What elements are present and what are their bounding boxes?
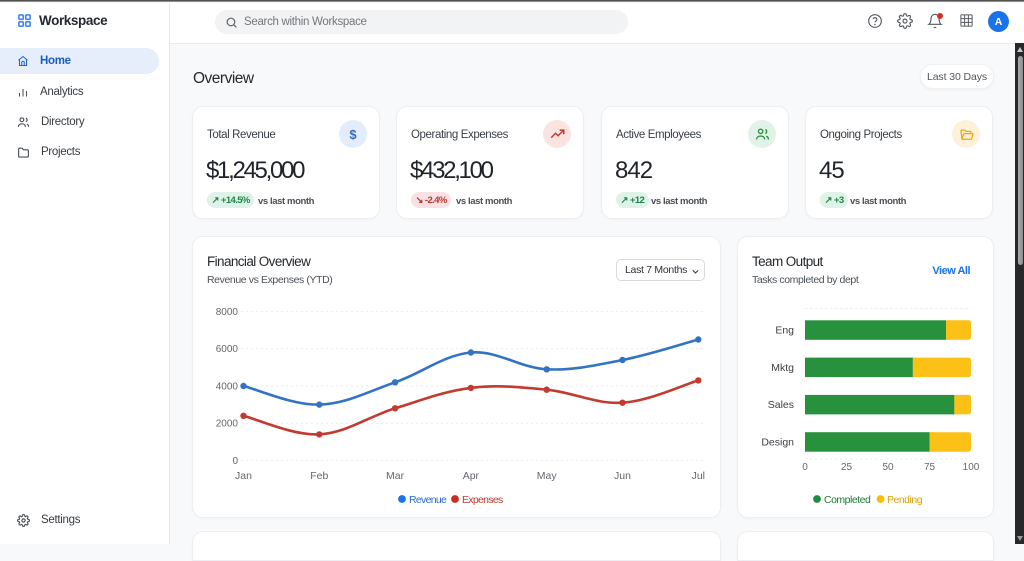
svg-text:Jun: Jun (614, 470, 631, 482)
svg-text:50: 50 (882, 462, 894, 473)
svg-text:Eng: Eng (775, 325, 794, 337)
svg-text:Revenue: Revenue (409, 494, 447, 506)
svg-text:Design: Design (761, 436, 794, 448)
svg-text:100: 100 (963, 462, 980, 473)
svg-text:Mar: Mar (386, 470, 405, 482)
svg-text:Expenses: Expenses (462, 494, 503, 506)
svg-text:Mktg: Mktg (771, 362, 794, 374)
svg-text:Completed: Completed (824, 494, 871, 506)
svg-text:6000: 6000 (216, 344, 239, 355)
svg-text:0: 0 (232, 456, 238, 467)
svg-text:Sales: Sales (768, 399, 794, 411)
svg-text:Pending: Pending (887, 494, 923, 506)
svg-text:2000: 2000 (216, 419, 239, 430)
svg-text:Jul: Jul (692, 470, 705, 482)
svg-text:75: 75 (924, 462, 936, 473)
svg-text:8000: 8000 (216, 307, 239, 318)
svg-text:25: 25 (841, 462, 853, 473)
svg-text:Apr: Apr (463, 470, 480, 482)
svg-text:4000: 4000 (216, 381, 239, 392)
svg-text:Jan: Jan (235, 470, 252, 482)
svg-text:Feb: Feb (310, 470, 328, 482)
svg-text:0: 0 (802, 462, 808, 473)
svg-text:May: May (537, 470, 558, 482)
